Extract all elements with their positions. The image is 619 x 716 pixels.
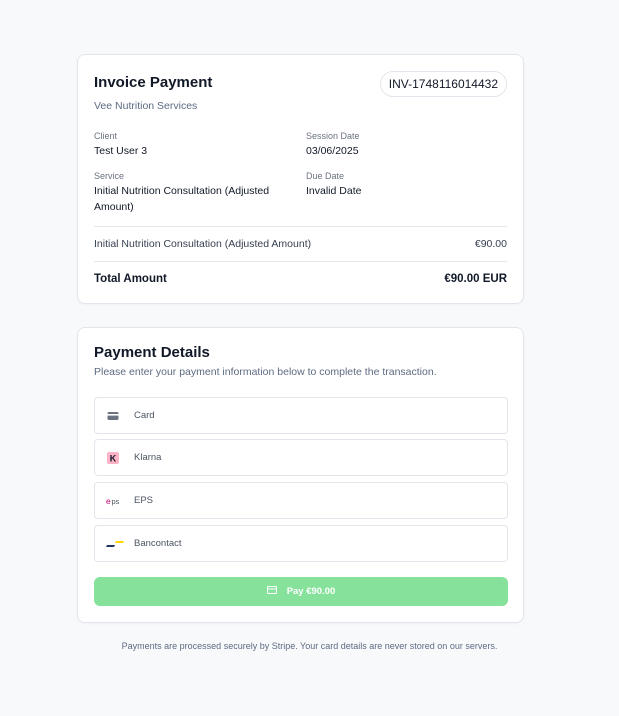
payment-method-label: Klarna <box>134 452 162 463</box>
payment-card: Payment Details Please enter your paymen… <box>77 327 524 623</box>
svg-text:ps: ps <box>112 497 120 506</box>
due-date-label: Due Date <box>306 171 345 181</box>
line-item-amount: €90.00 <box>474 238 507 250</box>
eps-icon: e ps <box>106 494 124 508</box>
client-value: Test User 3 <box>94 145 148 157</box>
payment-subtitle: Please enter your payment information be… <box>94 366 437 378</box>
svg-text:K: K <box>110 453 117 463</box>
payment-method-label: Card <box>134 410 155 421</box>
divider <box>94 261 507 262</box>
payment-method-bancontact[interactable]: Bancontact <box>94 525 508 562</box>
invoice-number-badge: INV-1748116014432 <box>379 71 507 97</box>
payment-method-label: EPS <box>134 495 154 506</box>
payment-method-eps[interactable]: e ps EPS <box>94 482 508 519</box>
session-date-value: 03/06/2025 <box>306 145 359 157</box>
payment-method-label: Bancontact <box>134 538 182 549</box>
invoice-card: Invoice Payment Vee Nutrition Services I… <box>77 54 524 304</box>
client-label: Client <box>94 131 118 141</box>
due-date-value: Invalid Date <box>306 185 362 197</box>
security-note: Payments are processed securely by Strip… <box>121 641 498 651</box>
total-amount: €90.00 EUR <box>444 273 507 285</box>
divider <box>94 226 507 227</box>
session-date-label: Session Date <box>306 131 360 141</box>
payment-method-klarna[interactable]: K Klarna <box>94 439 508 476</box>
pay-button-label: Pay €90.00 <box>286 586 336 597</box>
service-label: Service <box>94 171 125 181</box>
line-item-description: Initial Nutrition Consultation (Adjusted… <box>94 238 312 250</box>
bancontact-icon <box>106 537 124 551</box>
total-label: Total Amount <box>94 273 167 285</box>
service-value: Initial Nutrition Consultation (Adjusted… <box>94 185 270 213</box>
payment-method-card[interactable]: Card <box>94 397 508 434</box>
card-icon <box>266 586 277 597</box>
invoice-title: Invoice Payment <box>94 74 213 91</box>
provider-name: Vee Nutrition Services <box>94 100 198 112</box>
pay-button[interactable]: Pay €90.00 <box>94 577 508 606</box>
card-icon <box>106 409 120 423</box>
klarna-icon: K <box>106 451 120 465</box>
payment-title: Payment Details <box>94 344 210 361</box>
svg-text:e: e <box>106 496 111 506</box>
